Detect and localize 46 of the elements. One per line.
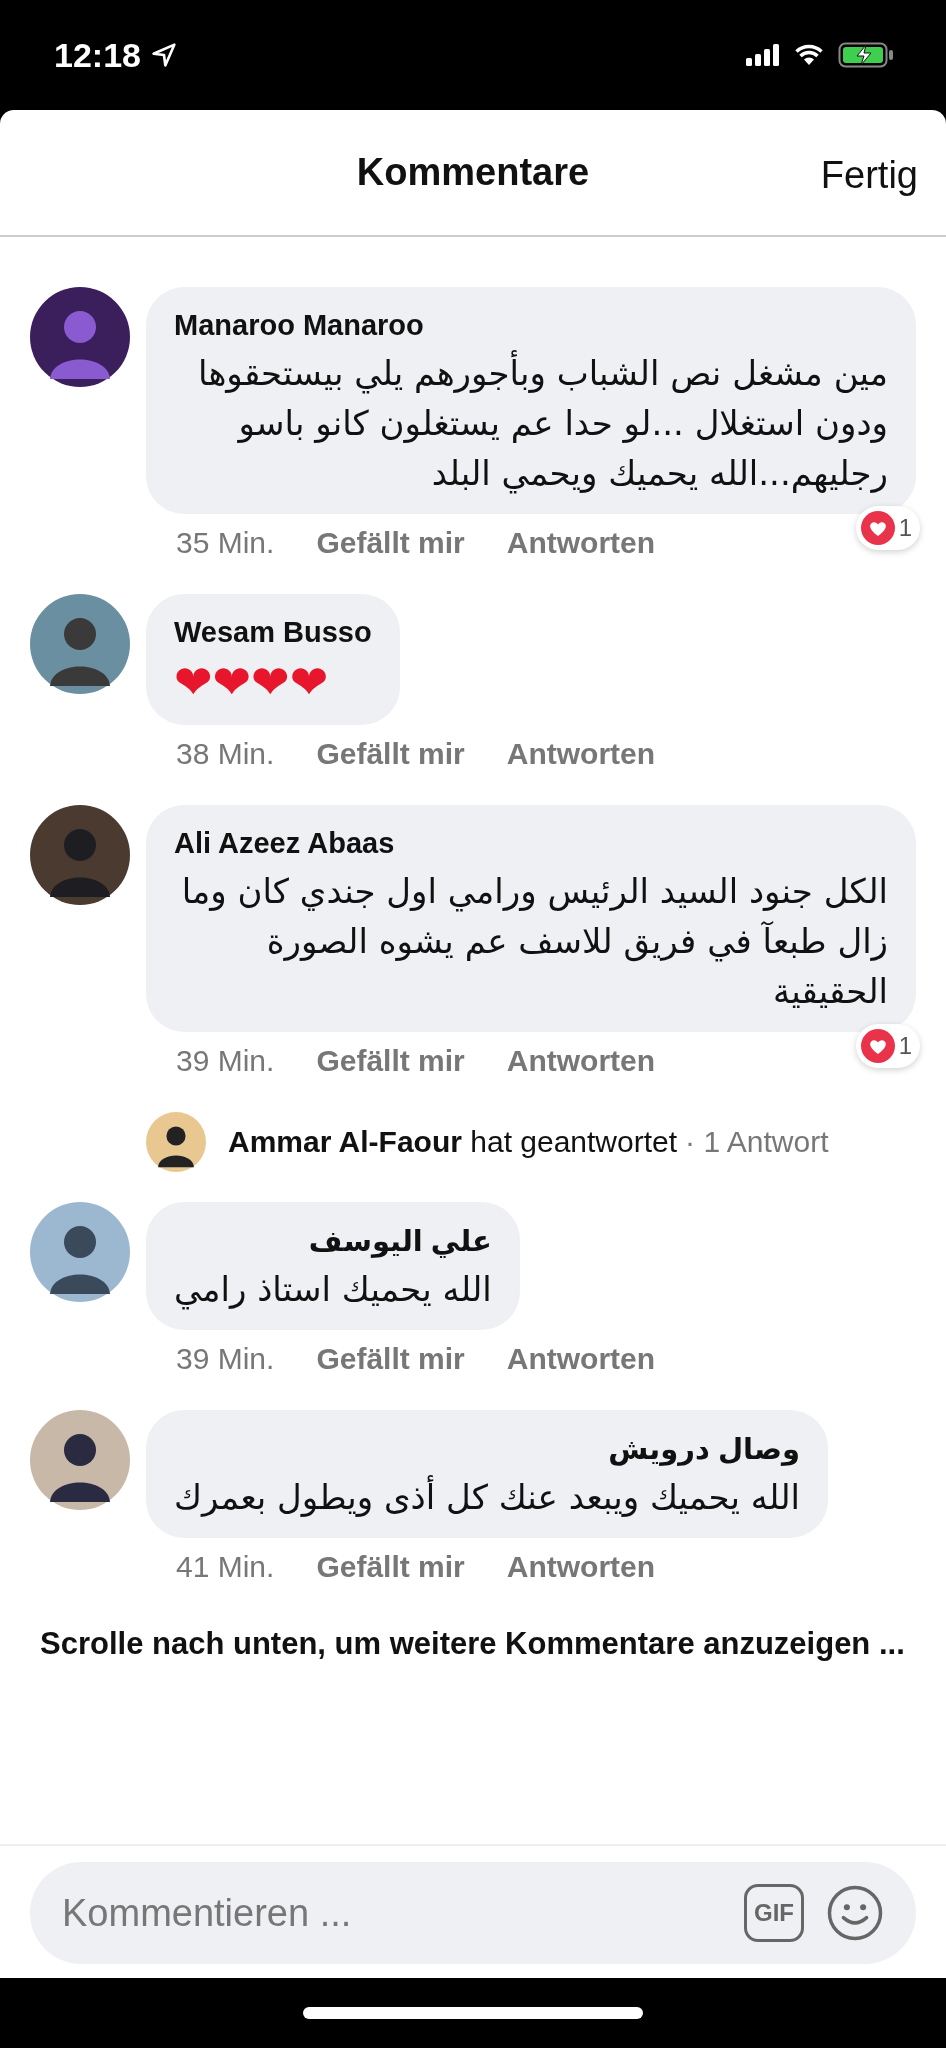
comment-text: ❤❤❤❤ bbox=[174, 655, 330, 709]
comment-time: 35 Min. bbox=[176, 526, 275, 560]
emoji-icon[interactable] bbox=[826, 1884, 884, 1942]
avatar[interactable] bbox=[30, 287, 130, 387]
done-button[interactable]: Fertig bbox=[820, 146, 918, 205]
load-more-hint: Scrolle nach unten, um weitere Kommentare anzuzeigen ... bbox=[39, 1625, 906, 1663]
wifi-icon bbox=[794, 44, 824, 66]
comment-time: 39 Min. bbox=[176, 1044, 275, 1078]
comment-input[interactable]: Kommentieren ... GIF bbox=[30, 1862, 916, 1964]
author-name[interactable]: وصال درويش bbox=[174, 1432, 800, 1466]
author-name[interactable]: Wesam Busso bbox=[174, 616, 372, 649]
reply-link[interactable]: Antworten bbox=[506, 526, 656, 560]
like-link[interactable]: Gefällt mir bbox=[316, 1550, 465, 1584]
like-link[interactable]: Gefällt mir bbox=[316, 526, 465, 560]
like-link[interactable]: Gefällt mir bbox=[316, 1342, 465, 1376]
comment-time: 38 Min. bbox=[176, 737, 275, 771]
page-title: Kommentare bbox=[356, 151, 590, 194]
reply-link[interactable]: Antworten bbox=[506, 1550, 656, 1584]
reply-link[interactable]: Antworten bbox=[506, 1044, 656, 1078]
reply-link[interactable]: Antworten bbox=[506, 737, 656, 771]
gif-button[interactable]: GIF bbox=[744, 1884, 804, 1942]
avatar[interactable] bbox=[30, 594, 130, 694]
comment-text: الله يحميك استاذ رامي bbox=[174, 1268, 492, 1312]
reaction-badge[interactable]: 1 bbox=[855, 506, 920, 550]
avatar[interactable] bbox=[146, 1112, 206, 1172]
author-name[interactable]: Ali Azeez Abaas bbox=[174, 827, 888, 860]
author-name[interactable]: علي اليوسف bbox=[174, 1224, 492, 1258]
replies-link[interactable]: Ammar Al-Faour hat geantwortet bbox=[228, 1125, 678, 1159]
like-link[interactable]: Gefällt mir bbox=[316, 1044, 465, 1078]
comment-text: الكل جنود السيد الرئيس ورامي اول جندي كان وما زال طبعآ في فريق للاسف عم يشوه الصورة الحقيقية bbox=[180, 870, 888, 1013]
reply-link[interactable]: Antworten bbox=[506, 1342, 656, 1376]
reply-count: · 1 Antwort bbox=[685, 1125, 829, 1159]
like-link[interactable]: Gefällt mir bbox=[316, 737, 465, 771]
author-name[interactable]: Manaroo Manaroo bbox=[174, 309, 888, 342]
location-arrow-icon bbox=[150, 42, 177, 68]
battery-charging-icon bbox=[838, 42, 894, 68]
comment-text: مين مشغل نص الشباب وبأجورهم يلي بيستحقوها ودون استغلال ...لو حدا عم يستغلون كانو باسو رجليهم...الله يحميك ويحمي البلد bbox=[174, 348, 888, 498]
avatar[interactable] bbox=[30, 1202, 130, 1302]
clock-time: 12:18 bbox=[54, 35, 141, 75]
reaction-badge[interactable]: 1 bbox=[855, 1024, 920, 1068]
comment-time: 39 Min. bbox=[176, 1342, 275, 1376]
comment-time: 41 Min. bbox=[176, 1550, 275, 1584]
comment-text: الله يحميك ويبعد عنك كل أذى ويطول بعمرك bbox=[174, 1474, 800, 1519]
signal-icon bbox=[746, 44, 780, 66]
avatar[interactable] bbox=[30, 1410, 130, 1510]
avatar[interactable] bbox=[30, 805, 130, 905]
